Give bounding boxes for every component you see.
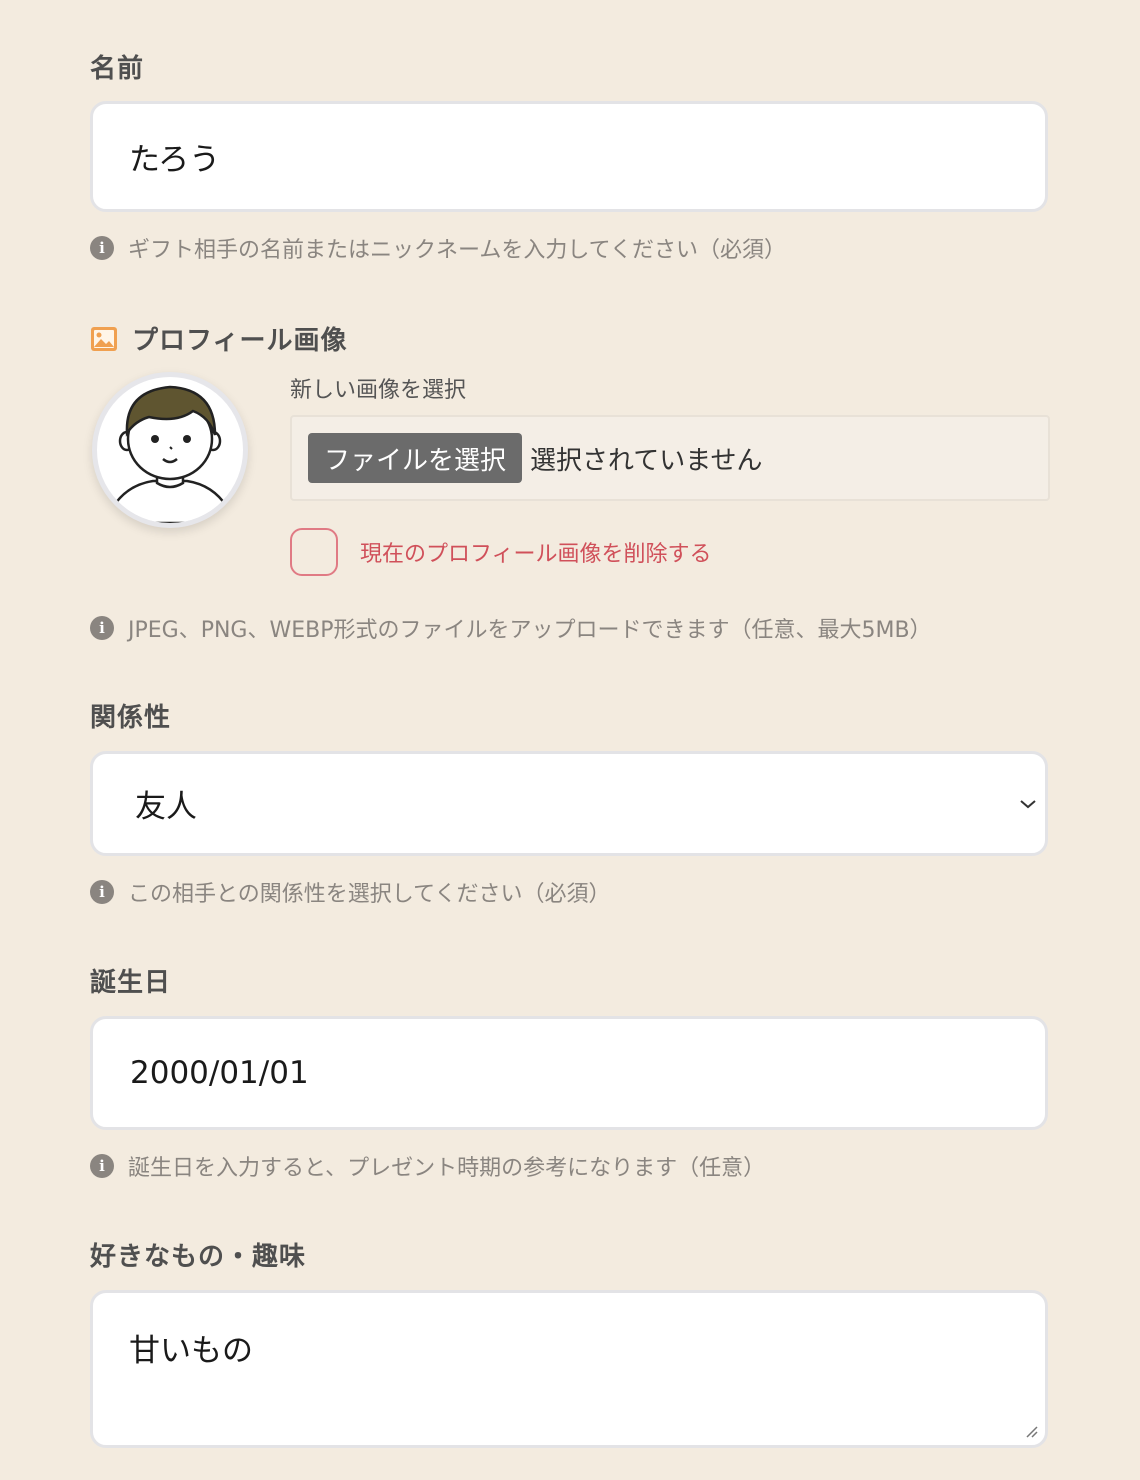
birthday-help: i 誕生日を入力すると、プレゼント時期の参考になります（任意）: [90, 1150, 765, 1182]
relation-help-text: この相手との関係性を選択してください（必須）: [128, 882, 611, 907]
chevron-down-icon: [1020, 799, 1036, 808]
relation-help: i この相手との関係性を選択してください（必須）: [90, 876, 610, 908]
profile-help-text: JPEG、PNG、WEBP形式のファイルをアップロードできます（任意、最大5MB…: [128, 618, 932, 643]
relation-label: 関係性: [90, 703, 172, 733]
name-label: 名前: [90, 54, 145, 84]
delete-image-option: 現在のプロフィール画像を削除する: [290, 528, 712, 576]
relation-selected-value: 友人: [135, 789, 197, 825]
profile-image-heading: プロフィール画像: [90, 320, 347, 357]
choose-file-button[interactable]: ファイルを選択: [308, 433, 523, 483]
profile-help: i JPEG、PNG、WEBP形式のファイルをアップロードできます（任意、最大5…: [90, 612, 932, 644]
likes-label: 好きなもの・趣味: [90, 1242, 307, 1272]
birthday-input[interactable]: 2000/01/01: [90, 1016, 1048, 1130]
name-input[interactable]: たろう: [90, 101, 1048, 212]
name-help: i ギフト相手の名前またはニックネームを入力してください（必須）: [90, 232, 786, 264]
delete-image-checkbox[interactable]: [290, 528, 338, 576]
name-input-value: たろう: [129, 142, 221, 178]
resize-handle-icon[interactable]: [1023, 1423, 1039, 1439]
avatar: [92, 372, 248, 528]
info-icon: i: [90, 880, 114, 904]
name-help-text: ギフト相手の名前またはニックネームを入力してください（必須）: [128, 238, 787, 263]
birthday-input-value: 2000/01/01: [130, 1055, 309, 1091]
file-input[interactable]: ファイルを選択 選択されていません: [290, 415, 1050, 501]
info-icon: i: [90, 1154, 114, 1178]
likes-textarea-value: 甘いもの: [129, 1333, 253, 1369]
info-icon: i: [90, 616, 114, 640]
birthday-help-text: 誕生日を入力すると、プレゼント時期の参考になります（任意）: [128, 1156, 766, 1181]
delete-image-label[interactable]: 現在のプロフィール画像を削除する: [360, 536, 712, 568]
relation-select[interactable]: 友人: [90, 751, 1048, 856]
image-icon: [91, 326, 117, 351]
info-icon: i: [90, 236, 114, 260]
file-status: 選択されていません: [530, 445, 763, 476]
likes-textarea[interactable]: 甘いもの: [90, 1290, 1048, 1448]
profile-image-label: プロフィール画像: [132, 326, 348, 356]
birthday-label: 誕生日: [90, 968, 172, 998]
new-image-label: 新しい画像を選択: [290, 378, 467, 403]
